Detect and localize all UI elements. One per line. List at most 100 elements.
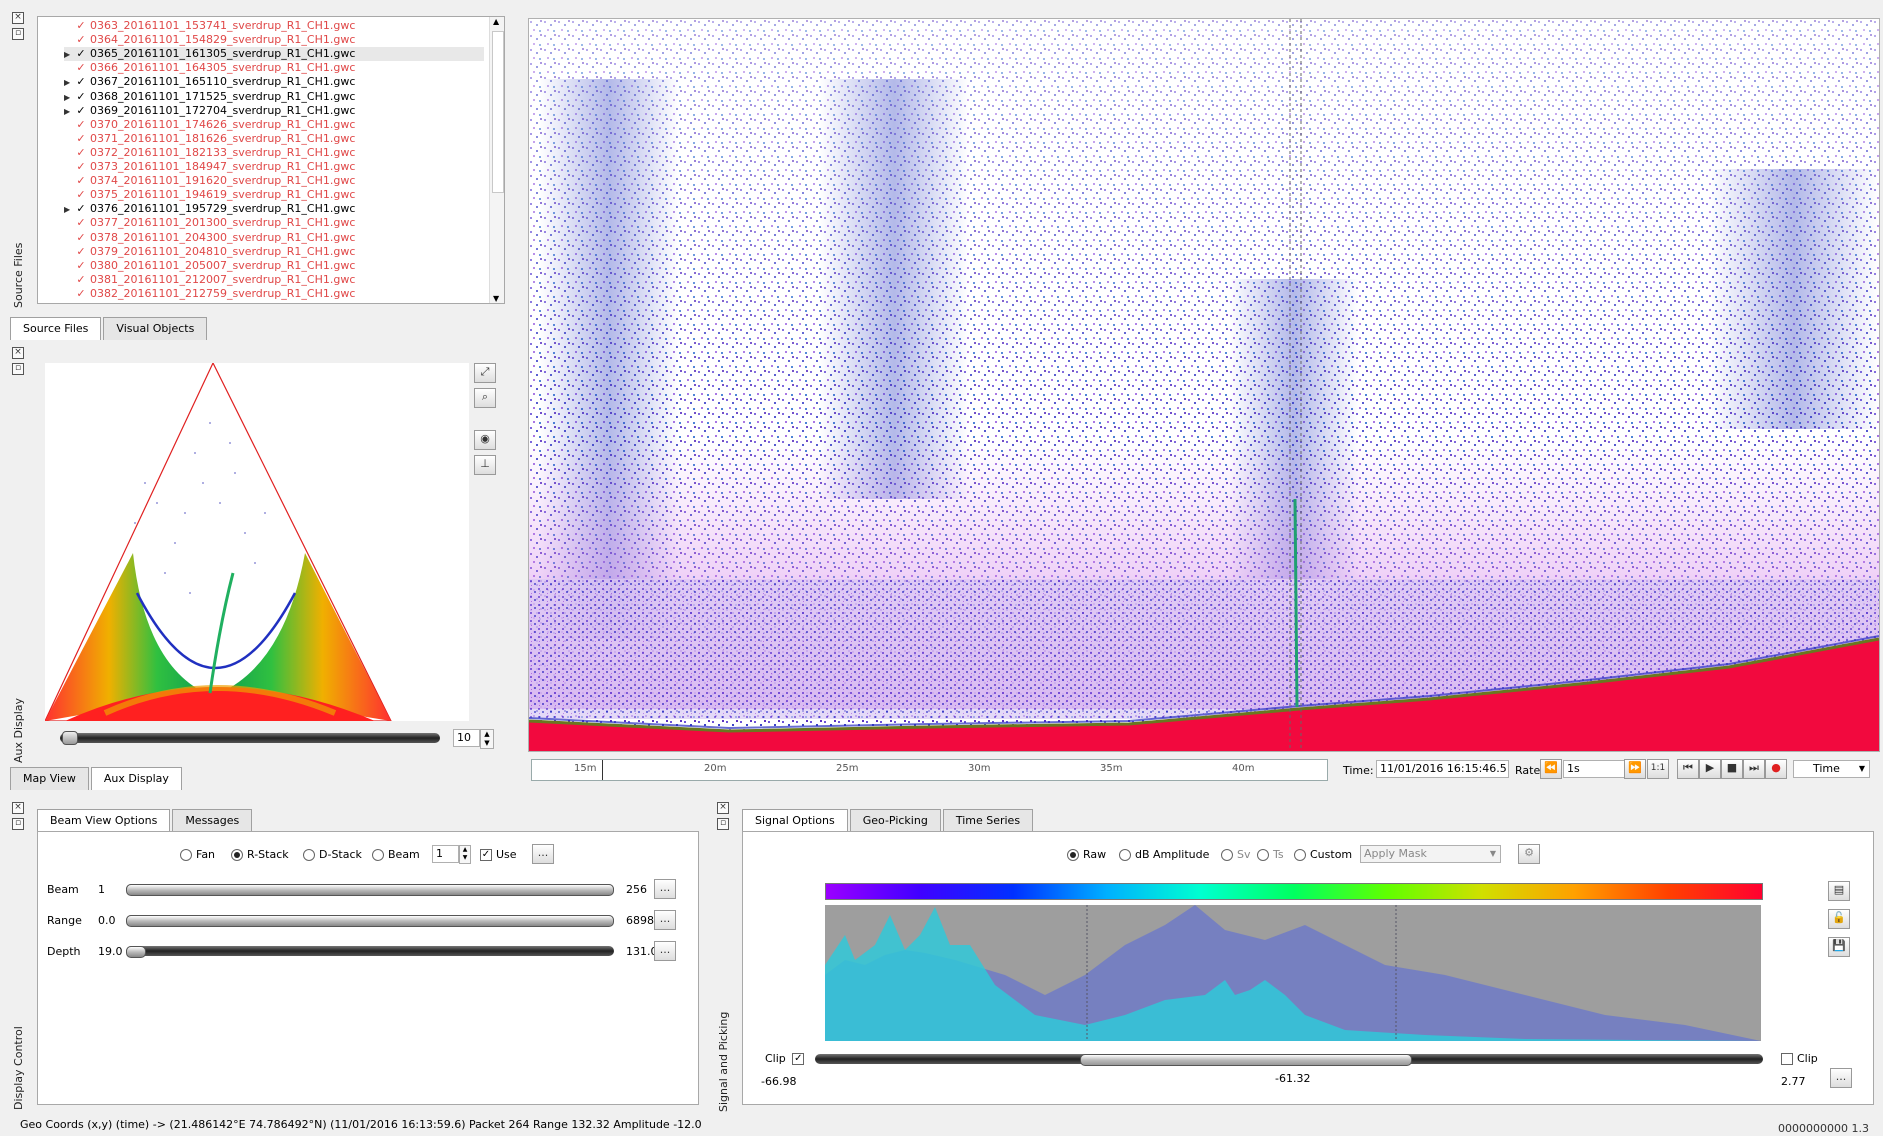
mask-select[interactable]: Apply Mask ▼ xyxy=(1360,845,1501,863)
fit-view-icon[interactable]: ⤢ xyxy=(474,363,496,383)
file-row[interactable]: ✓ 0379_20161101_204810_sverdrup_R1_CH1.gw… xyxy=(64,245,355,259)
file-list-scrollbar[interactable]: ▲ ▼ xyxy=(489,17,504,303)
use-checkbox[interactable]: ✓ Use xyxy=(480,848,517,861)
dock-float-icon[interactable]: ▫ xyxy=(12,28,24,40)
dc-row-slider[interactable] xyxy=(126,946,614,958)
file-row[interactable]: ▶ ✓ 0368_20161101_171525_sverdrup_R1_CH1.g… xyxy=(64,90,355,104)
file-checkbox[interactable]: ✓ xyxy=(76,34,86,45)
dc-float-icon[interactable]: ▫ xyxy=(12,818,24,830)
file-checkbox[interactable]: ✓ xyxy=(76,147,86,158)
dc-row-slider-range[interactable] xyxy=(126,946,146,958)
sp-float-icon[interactable]: ▫ xyxy=(717,818,729,830)
zoom-icon[interactable]: ⌕ xyxy=(474,388,496,408)
file-row[interactable]: ✓ 0377_20161101_201300_sverdrup_R1_CH1.gw… xyxy=(64,216,355,230)
file-row[interactable]: ✓ 0371_20161101_181626_sverdrup_R1_CH1.gw… xyxy=(64,132,355,146)
file-row[interactable]: ✓ 0381_20161101_212007_sverdrup_R1_CH1.gw… xyxy=(64,273,355,287)
stack-count-field[interactable]: 1 xyxy=(432,845,459,863)
stack-count-spinner[interactable]: ▲ ▼ xyxy=(459,845,471,864)
file-checkbox[interactable]: ✓ xyxy=(76,62,86,73)
radio-ts[interactable]: Ts xyxy=(1257,848,1284,861)
aux-close-icon[interactable]: × xyxy=(12,347,24,359)
file-row[interactable]: ✓ 0372_20161101_182133_sverdrup_R1_CH1.gw… xyxy=(64,146,355,160)
file-row[interactable]: ✓ 0363_20161101_153741_sverdrup_R1_CH1.gw… xyxy=(64,19,355,33)
clip-right-checkbox[interactable]: Clip xyxy=(1781,1052,1818,1065)
skip-end-icon[interactable]: ⏭ xyxy=(1743,759,1765,779)
file-row[interactable]: ✓ 0373_20161101_184947_sverdrup_R1_CH1.gw… xyxy=(64,160,355,174)
lock-icon[interactable]: 🔓 xyxy=(1828,909,1850,929)
scroll-down-icon[interactable]: ▼ xyxy=(493,294,499,303)
file-checkbox[interactable]: ✓ xyxy=(76,288,86,299)
colormap-icon[interactable]: ▤ xyxy=(1828,881,1850,901)
file-row[interactable]: ▶ ✓ 0376_20161101_195729_sverdrup_R1_CH1.g… xyxy=(64,202,355,216)
file-checkbox[interactable]: ✓ xyxy=(76,246,86,257)
radio-beam[interactable]: Beam xyxy=(372,848,420,861)
file-checkbox[interactable]: ✓ xyxy=(76,189,86,200)
radio-db-amplitude[interactable]: dB Amplitude xyxy=(1119,848,1209,861)
file-checkbox[interactable]: ✓ xyxy=(76,133,86,144)
expand-arrow-icon[interactable]: ▶ xyxy=(64,76,74,90)
file-row[interactable]: ▶ ✓ 0365_20161101_161305_sverdrup_R1_CH1.g… xyxy=(64,47,484,62)
eye-icon[interactable]: ◉ xyxy=(474,430,496,450)
dc-row-slider[interactable] xyxy=(126,884,614,896)
aux-ping-slider-handle[interactable] xyxy=(62,731,78,745)
tab-aux-display[interactable]: Aux Display xyxy=(90,767,182,790)
rewind-icon[interactable]: ⏪ xyxy=(1540,759,1562,779)
radio-fan[interactable]: Fan xyxy=(180,848,215,861)
file-row[interactable]: ✓ 0375_20161101_194619_sverdrup_R1_CH1.gw… xyxy=(64,188,355,202)
expand-arrow-icon[interactable]: ▶ xyxy=(64,91,74,105)
radio-d-stack[interactable]: D-Stack xyxy=(303,848,362,861)
file-row[interactable]: ✓ 0370_20161101_174626_sverdrup_R1_CH1.gw… xyxy=(64,118,355,132)
dc-row-slider-range[interactable] xyxy=(126,884,614,896)
aux-ping-spinner[interactable]: ▲ ▼ xyxy=(480,729,494,749)
dc-row-more-button[interactable]: ... xyxy=(654,910,676,930)
mode-select[interactable]: Time ▼ xyxy=(1793,760,1870,778)
file-row[interactable]: ✓ 0378_20161101_204300_sverdrup_R1_CH1.gw… xyxy=(64,231,355,245)
scroll-up-icon[interactable]: ▲ xyxy=(493,17,499,26)
file-checkbox[interactable]: ✓ xyxy=(76,48,86,59)
time-field[interactable]: 11/01/2016 16:15:46.5 xyxy=(1376,760,1509,778)
rate-field[interactable]: 1s xyxy=(1563,760,1626,778)
radio-custom[interactable]: Custom xyxy=(1294,848,1352,861)
file-checkbox[interactable]: ✓ xyxy=(76,105,86,116)
time-scrubber[interactable]: 15m 20m 25m 30m 35m 40m xyxy=(531,759,1328,781)
dc-close-icon[interactable]: × xyxy=(12,802,24,814)
play-icon[interactable]: ▶ xyxy=(1699,759,1721,779)
radio-r-stack[interactable]: R-Stack xyxy=(231,848,289,861)
radio-raw[interactable]: Raw xyxy=(1067,848,1106,861)
skip-start-icon[interactable]: ⏮ xyxy=(1677,759,1699,779)
expand-arrow-icon[interactable]: ▶ xyxy=(64,48,74,62)
tab-beam-view-options[interactable]: Beam View Options xyxy=(37,809,171,832)
file-checkbox[interactable]: ✓ xyxy=(76,119,86,130)
signal-range-selection[interactable] xyxy=(1080,1054,1412,1066)
aux-float-icon[interactable]: ▫ xyxy=(12,363,24,375)
dc-row-more-button[interactable]: ... xyxy=(654,879,676,899)
tab-source-files[interactable]: Source Files xyxy=(10,317,102,340)
file-checkbox[interactable]: ✓ xyxy=(76,91,86,102)
scroll-thumb[interactable] xyxy=(492,31,504,193)
file-checkbox[interactable]: ✓ xyxy=(76,175,86,186)
ratio-button[interactable]: 1:1 xyxy=(1647,759,1669,779)
file-checkbox[interactable]: ✓ xyxy=(76,274,86,285)
tab-messages[interactable]: Messages xyxy=(172,809,253,832)
sp-close-icon[interactable]: × xyxy=(717,802,729,814)
aux-ping-slider[interactable] xyxy=(60,731,440,745)
signal-more-button[interactable]: ... xyxy=(1830,1068,1852,1088)
file-checkbox[interactable]: ✓ xyxy=(76,217,86,228)
anchor-icon[interactable]: ⊥ xyxy=(474,455,496,475)
tab-visual-objects[interactable]: Visual Objects xyxy=(103,317,208,340)
expand-arrow-icon[interactable]: ▶ xyxy=(64,105,74,119)
file-checkbox[interactable]: ✓ xyxy=(76,20,86,31)
tab-time-series[interactable]: Time Series xyxy=(942,809,1034,832)
echogram-panel[interactable] xyxy=(528,18,1880,752)
tab-map-view[interactable]: Map View xyxy=(10,767,89,790)
file-row[interactable]: ▶ ✓ 0367_20161101_165110_sverdrup_R1_CH1.g… xyxy=(64,75,355,89)
mask-settings-icon[interactable]: ⚙ xyxy=(1518,844,1540,864)
file-checkbox[interactable]: ✓ xyxy=(76,232,86,243)
fan-view[interactable] xyxy=(44,361,469,722)
file-row[interactable]: ✓ 0364_20161101_154829_sverdrup_R1_CH1.gw… xyxy=(64,33,355,47)
radio-sv[interactable]: Sv xyxy=(1221,848,1251,861)
signal-histogram[interactable] xyxy=(825,905,1761,1041)
file-checkbox[interactable]: ✓ xyxy=(76,161,86,172)
tab-signal-options[interactable]: Signal Options xyxy=(742,809,848,832)
file-row[interactable]: ✓ 0374_20161101_191620_sverdrup_R1_CH1.gw… xyxy=(64,174,355,188)
